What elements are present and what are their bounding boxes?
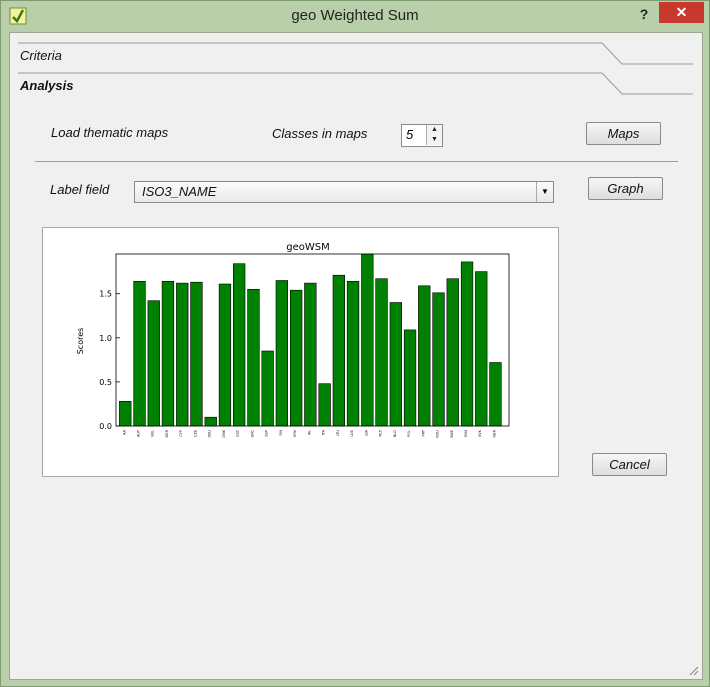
chart-x-tick-label: CZE (194, 430, 198, 437)
resize-grip-icon[interactable] (687, 664, 699, 676)
chart-bar (432, 292, 445, 427)
chart-x-tick-label: AUT (137, 429, 141, 437)
chart-bar (218, 283, 232, 427)
chart-x-tick-label: GBR (493, 429, 497, 437)
chart-x-tick-label: EST (236, 429, 240, 436)
chart-bar (290, 289, 303, 427)
chart-x-tick-label: POL (407, 430, 411, 437)
chart-x-tick-label: ESP (265, 430, 269, 437)
chevron-down-icon[interactable]: ▼ (536, 182, 553, 202)
chart-y-tick-label: 0.0 (99, 422, 112, 431)
classes-value: 5 (406, 127, 414, 142)
chart-x-tick-label: SVK (478, 429, 482, 437)
window-title: geo Weighted Sum (291, 7, 419, 24)
chart-x-tick-label: LTU (336, 430, 340, 437)
chart-x-tick-label: DEU (208, 430, 212, 438)
chart-bar (389, 302, 402, 427)
chart-bar (460, 261, 474, 427)
chart-y-tick-label: 1.0 (99, 334, 112, 343)
close-button[interactable]: ✕ (659, 2, 704, 23)
chart-bar (446, 278, 459, 427)
graph-panel: geoWSM Scores AA AUT BEL BGR CYP CZE DEU DNK EST… (42, 227, 559, 477)
chart-x-tick-label: ITA (322, 429, 326, 435)
graph-button[interactable]: Graph (588, 177, 663, 200)
label-field-label: Label field (50, 182, 110, 197)
chart-bar (133, 280, 146, 427)
classes-in-maps-label: Classes in maps (272, 126, 368, 141)
chart-bar (418, 285, 431, 427)
chart-y-tick-label: 1.5 (99, 290, 112, 299)
chart-x-tick-label: IRL (307, 430, 311, 435)
toolbox-tab-shapes (18, 42, 693, 95)
chart-bar (176, 282, 189, 427)
chart-x-tick-label: HRV (293, 429, 297, 437)
chart-bar (204, 416, 217, 427)
chart-bar (375, 278, 388, 427)
label-field-select[interactable]: ISO3_NAME ▼ (134, 181, 554, 203)
dialog-body: Criteria Analysis Load thematic maps Cla… (9, 32, 703, 680)
chart-bar (403, 329, 417, 427)
tab-analysis[interactable]: Analysis (20, 78, 73, 93)
chart-x-tick-label: PRT (421, 429, 425, 436)
section-divider (35, 161, 678, 162)
chart-x-tick-label: BEL (151, 430, 155, 437)
chart-bar (161, 280, 175, 427)
label-field-value: ISO3_NAME (142, 184, 217, 199)
chart-x-tick-label: LVA (364, 429, 368, 436)
classes-spinbox[interactable]: 5 ▲ ▼ (401, 124, 443, 147)
geowsm-chart: geoWSM Scores AA AUT BEL BGR CYP CZE DEU DNK EST… (76, 242, 510, 438)
maps-button[interactable]: Maps (586, 122, 661, 145)
chart-bar (318, 383, 331, 427)
chart-y-tick-label: 0.5 (99, 378, 112, 387)
chart-x-tick-label: DNK (222, 429, 226, 437)
load-thematic-maps-label: Load thematic maps (51, 125, 169, 140)
chart-bar (247, 288, 260, 427)
help-button[interactable]: ? (633, 4, 655, 24)
arrow-down-icon[interactable]: ▼ (426, 135, 442, 145)
chart-x-tick-label: MLT (379, 429, 383, 436)
chart-bar (332, 274, 345, 427)
chart-bar (233, 263, 246, 427)
chart-bar (119, 401, 132, 427)
chart-bar (147, 300, 160, 427)
plugin-window: geo Weighted Sum ? ✕ Criteria Analysis L… (0, 0, 710, 687)
chart-bar (361, 253, 374, 427)
chart-x-tick-label: AA (122, 429, 126, 434)
chart-x-tick-label: BGR (165, 429, 169, 437)
chart-bar (304, 282, 317, 427)
chart-x-tick-label: GRC (250, 429, 254, 437)
title-bar[interactable]: geo Weighted Sum ? ✕ (1, 1, 709, 32)
chart-bar (275, 280, 288, 427)
chart-x-tick-label: NLD (393, 430, 397, 438)
chart-title: geoWSM (286, 242, 329, 253)
chart-x-tick-label: LUX (350, 429, 354, 436)
chart-ylabel: Scores (76, 328, 85, 355)
chart-bar (489, 362, 502, 427)
chart-x-tick-label: FIN (279, 430, 283, 436)
chart-x-tick-label: SWE (450, 430, 454, 438)
chart-bar (261, 350, 274, 427)
chart-x-tick-label: CYP (179, 430, 183, 437)
chart-x-tick-label: SVN (464, 430, 468, 438)
cancel-button[interactable]: Cancel (592, 453, 667, 476)
chart-bar (346, 280, 360, 427)
chart-bar (190, 281, 203, 427)
chart-x-tick-label: ROU (436, 430, 440, 438)
chart-bar (475, 271, 488, 427)
